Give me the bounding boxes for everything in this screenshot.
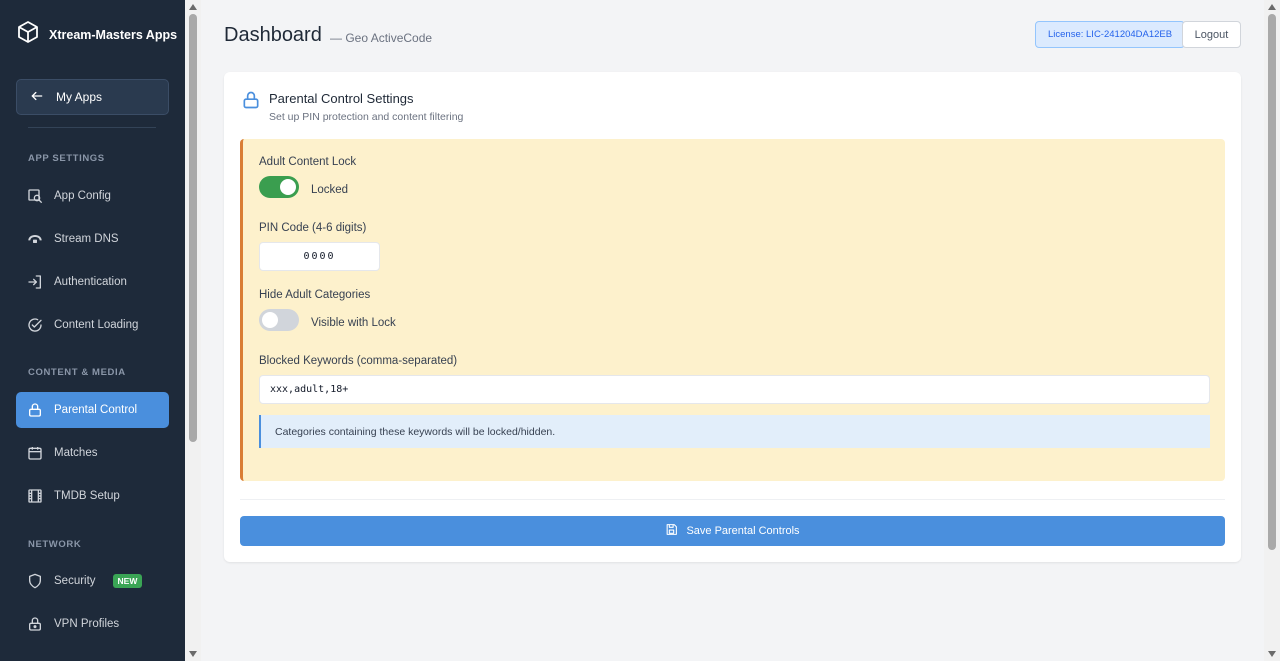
arrow-left-icon [30, 89, 44, 106]
check-circle-icon [27, 317, 43, 333]
sidebar-scroll-thumb[interactable] [189, 14, 197, 442]
sidebar: Xtream-Masters Apps My Apps APP SETTINGS… [0, 0, 185, 661]
sidebar-item-label: Content Loading [54, 319, 139, 331]
film-icon [27, 488, 43, 504]
sidebar-item-label: Stream DNS [54, 233, 119, 245]
my-apps-button[interactable]: My Apps [16, 79, 169, 115]
hide-adult-toggle[interactable] [259, 309, 299, 331]
brand[interactable]: Xtream-Masters Apps [16, 20, 177, 49]
scroll-up-arrow-icon[interactable] [189, 4, 197, 10]
hide-adult-label: Hide Adult Categories [259, 289, 371, 301]
license-badge: License: LIC-241204DA12EB [1035, 21, 1186, 48]
page-scrollbar[interactable] [1264, 0, 1280, 661]
pin-input[interactable] [259, 242, 380, 271]
sidebar-item-matches[interactable]: Matches [16, 435, 169, 471]
cloud-icon [27, 231, 43, 247]
sidebar-item-authentication[interactable]: Authentication [16, 264, 169, 300]
page-title: Dashboard [224, 24, 322, 46]
section-label-content-media: CONTENT & MEDIA [28, 367, 126, 378]
logout-button[interactable]: Logout [1182, 21, 1241, 48]
toggle-knob [262, 312, 278, 328]
adult-lock-label: Adult Content Lock [259, 156, 357, 168]
sidebar-item-content-loading[interactable]: Content Loading [16, 307, 169, 343]
parental-control-card: Parental Control Settings Set up PIN pro… [224, 72, 1241, 562]
calendar-icon [27, 445, 43, 461]
pin-label: PIN Code (4-6 digits) [259, 222, 367, 234]
sidebar-divider [28, 127, 156, 128]
save-label: Save Parental Controls [686, 525, 800, 537]
sidebar-item-tmdb-setup[interactable]: TMDB Setup [16, 478, 169, 514]
sidebar-item-label: Parental Control [54, 404, 138, 416]
scroll-up-arrow-icon[interactable] [1268, 4, 1276, 10]
brand-name: Xtream-Masters Apps [49, 27, 178, 42]
lock-icon [27, 616, 43, 632]
section-label-app-settings: APP SETTINGS [28, 153, 105, 164]
cube-logo-icon [16, 20, 40, 49]
new-badge: NEW [112, 574, 143, 588]
sign-in-icon [27, 274, 43, 290]
sidebar-item-stream-dns[interactable]: Stream DNS [16, 221, 169, 257]
blocked-keywords-input[interactable] [259, 375, 1210, 404]
sidebar-scrollbar[interactable] [185, 0, 201, 661]
shield-icon [27, 573, 43, 589]
sidebar-item-label: App Config [54, 190, 111, 202]
lock-icon [241, 90, 261, 115]
page-subtitle: — Geo ActiveCode [330, 31, 433, 45]
sidebar-item-app-config[interactable]: App Config [16, 178, 169, 214]
card-title: Parental Control Settings [269, 91, 414, 106]
adult-lock-status: Locked [311, 184, 349, 196]
card-divider [240, 499, 1225, 500]
info-box: Categories containing these keywords wil… [259, 415, 1210, 448]
info-text: Categories containing these keywords wil… [275, 425, 556, 438]
scroll-down-arrow-icon[interactable] [1268, 651, 1276, 657]
lock-icon [27, 402, 43, 418]
search-window-icon [27, 188, 43, 204]
scroll-down-arrow-icon[interactable] [189, 651, 197, 657]
save-parental-controls-button[interactable]: Save Parental Controls [240, 516, 1225, 546]
card-description: Set up PIN protection and content filter… [269, 111, 464, 123]
sidebar-item-parental-control[interactable]: Parental Control [16, 392, 169, 428]
sidebar-item-security[interactable]: Security NEW [16, 563, 169, 599]
keywords-label: Blocked Keywords (comma-separated) [259, 355, 458, 367]
sidebar-item-label: Matches [54, 447, 98, 459]
hide-adult-status: Visible with Lock [311, 317, 396, 329]
section-label-network: NETWORK [28, 539, 82, 550]
sidebar-item-vpn-profiles[interactable]: VPN Profiles [16, 606, 169, 642]
sidebar-item-label: Security [54, 575, 96, 587]
save-icon [665, 523, 678, 539]
adult-lock-toggle[interactable] [259, 176, 299, 198]
sidebar-item-label: Authentication [54, 276, 127, 288]
toggle-knob [280, 179, 296, 195]
page-scroll-thumb[interactable] [1268, 14, 1276, 550]
sidebar-item-label: TMDB Setup [54, 490, 120, 502]
my-apps-label: My Apps [56, 90, 103, 104]
settings-panel: Adult Content Lock Locked PIN Code (4-6 … [240, 139, 1225, 481]
sidebar-item-label: VPN Profiles [54, 618, 120, 630]
